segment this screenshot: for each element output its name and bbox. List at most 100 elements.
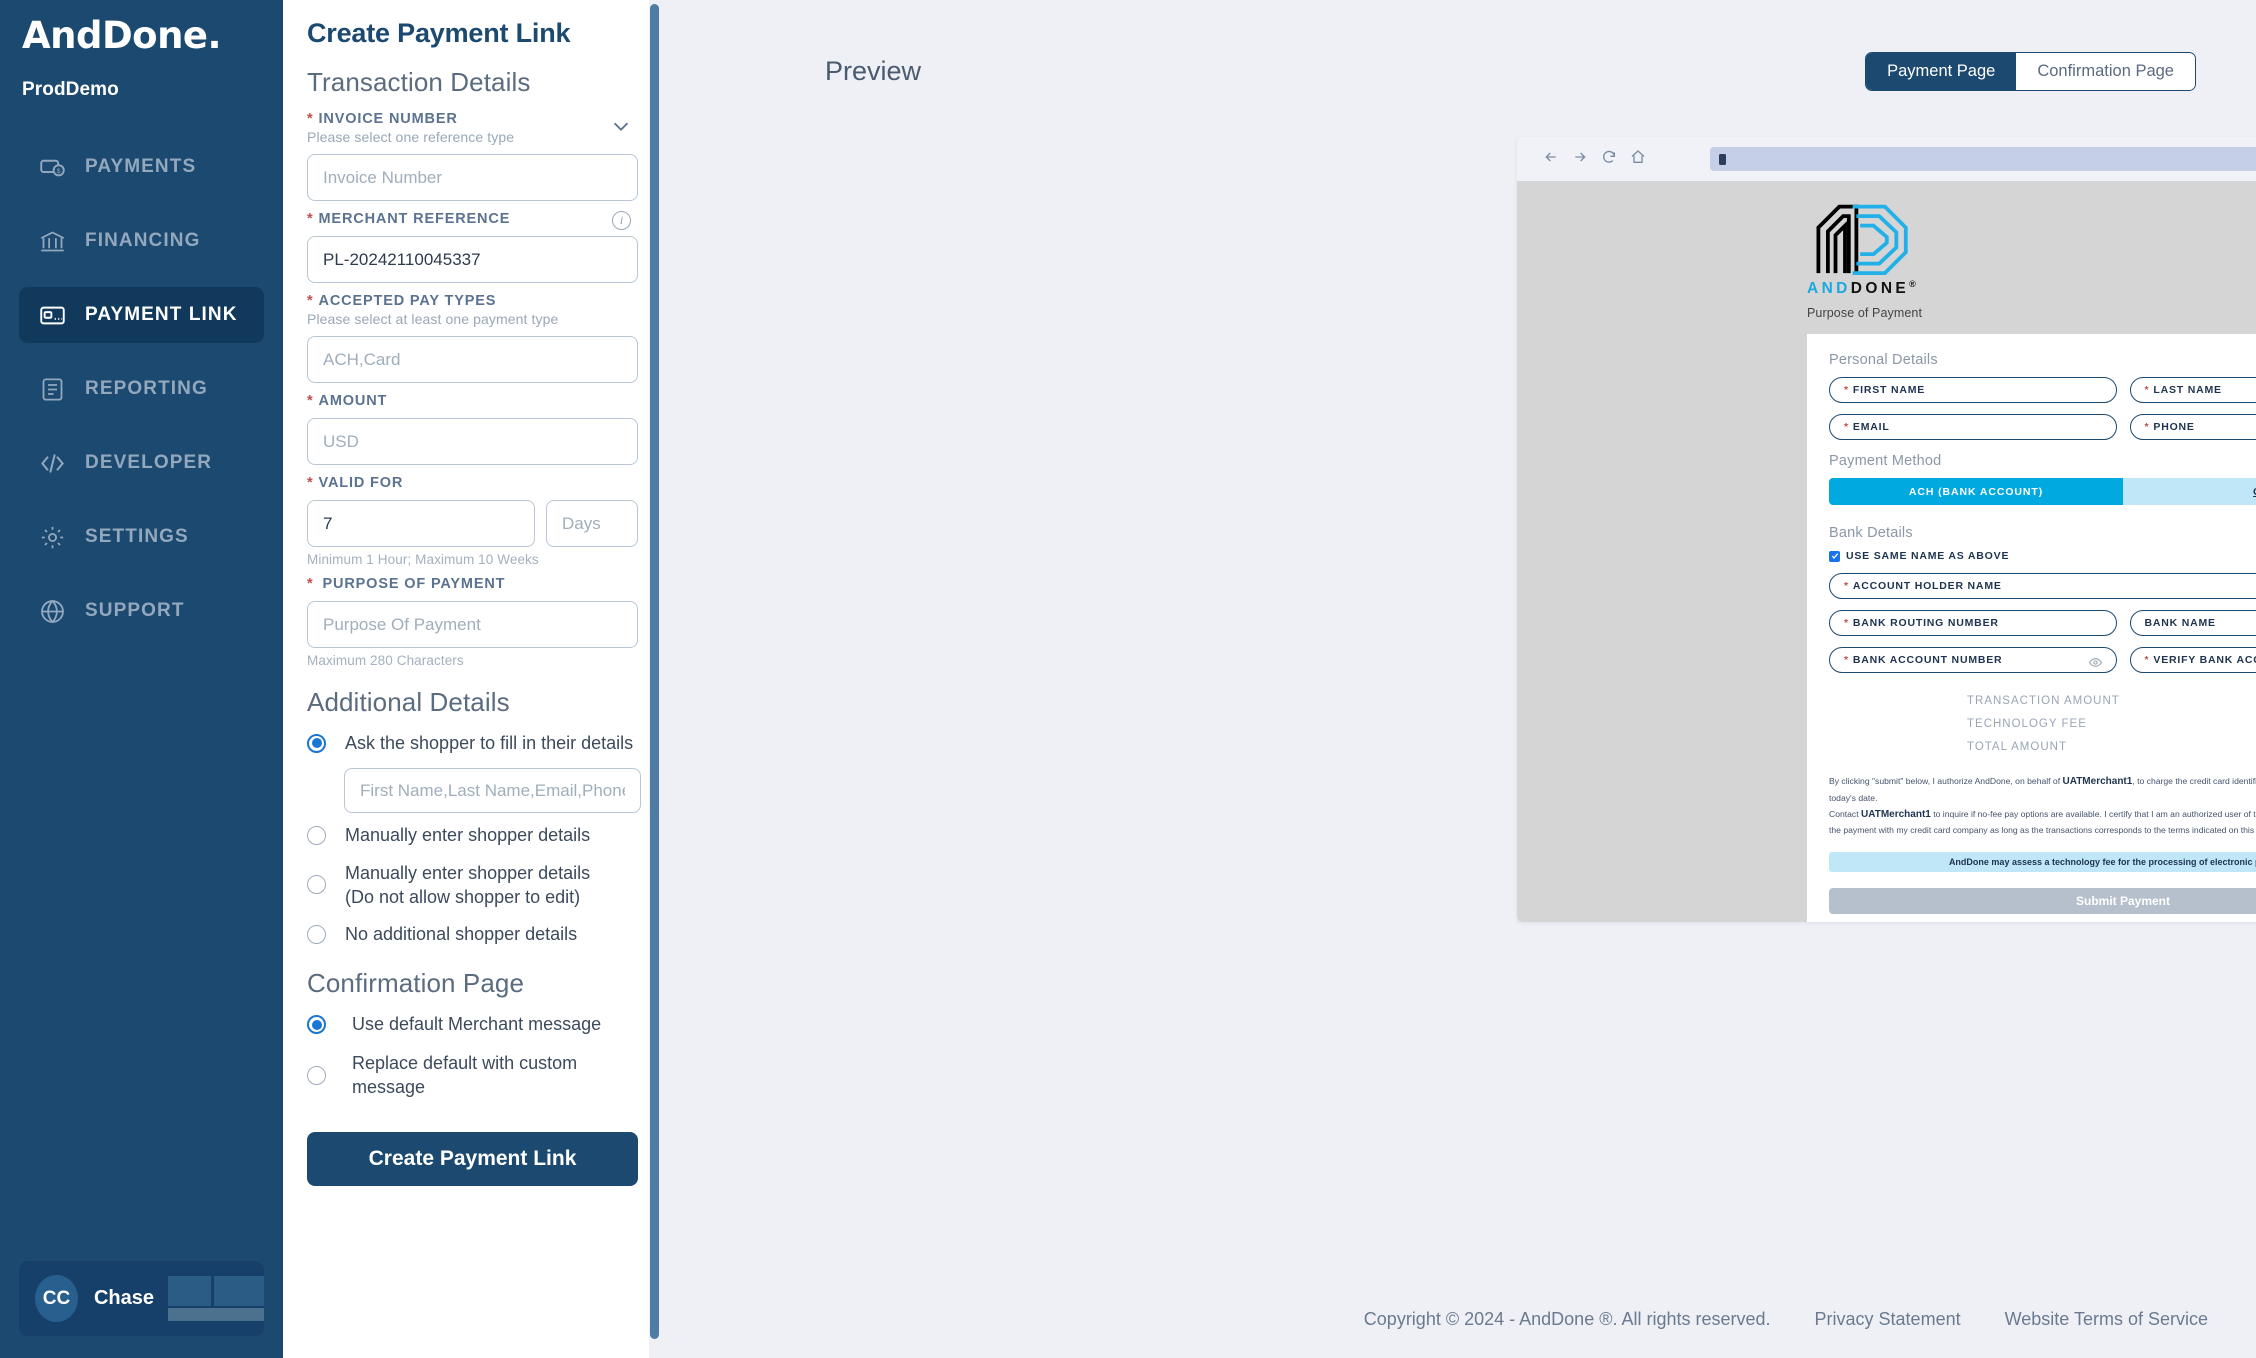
valid-for-unit-input[interactable] <box>546 500 638 547</box>
radio-custom-message[interactable]: Replace default with custom message <box>307 1051 636 1100</box>
radio-no-additional[interactable]: No additional shopper details <box>307 922 636 946</box>
valid-for-value-input[interactable] <box>307 500 535 547</box>
label-text: MERCHANT REFERENCE <box>318 211 511 227</box>
radio-indicator[interactable] <box>307 825 326 845</box>
avatar: CC <box>35 1275 78 1322</box>
bank-account-number-field[interactable]: * BANK ACCOUNT NUMBER <box>1829 647 2117 674</box>
page-footer-terms-link[interactable]: Website Terms of Service <box>2005 1309 2208 1330</box>
submit-payment-button[interactable]: Submit Payment <box>1829 888 2256 915</box>
sidebar-item-payment-link[interactable]: PAYMENT LINK <box>19 287 264 343</box>
radio-default-message[interactable]: Use default Merchant message <box>307 1012 636 1036</box>
merchant-reference-input[interactable] <box>307 236 638 283</box>
payment-page-header: ANDDONE® Purpose of Payment Invoice Numb… <box>1517 181 2256 320</box>
radio-label: Use default Merchant message <box>352 1014 602 1035</box>
sidebar-item-label: PAYMENT LINK <box>85 304 238 325</box>
label-text: PURPOSE OF PAYMENT <box>322 576 506 592</box>
sidebar-item-label: FINANCING <box>85 230 201 251</box>
reload-icon[interactable] <box>1601 149 1617 170</box>
preview-label: Preview <box>825 56 922 86</box>
radio-indicator[interactable] <box>307 1065 326 1085</box>
account-holder-name-field[interactable]: * ACCOUNT HOLDER NAME <box>1829 573 2256 600</box>
anddone-wordmark: ANDDONE® <box>1807 279 1919 298</box>
sidebar-item-settings[interactable]: SETTINGS <box>19 509 264 565</box>
purpose-of-payment-input[interactable] <box>307 601 638 648</box>
sidebar-item-support[interactable]: SUPPORT <box>19 583 264 639</box>
radio-indicator[interactable] <box>307 875 326 895</box>
forward-icon[interactable] <box>1572 149 1588 170</box>
field-label: ACCOUNT HOLDER NAME <box>1852 580 2002 593</box>
use-same-name-row[interactable]: USE SAME NAME AS ABOVE <box>1829 550 2256 562</box>
amount-input[interactable] <box>307 418 638 465</box>
sidebar: AndDone. ProdDemo $ PAYMENTS FINANCING P… <box>0 0 283 1358</box>
info-icon[interactable]: i <box>612 211 631 230</box>
sidebar-item-payments[interactable]: $ PAYMENTS <box>19 139 264 195</box>
wordmark-and: AND <box>1807 280 1851 298</box>
payment-method-card[interactable]: CARD <box>2123 478 2256 506</box>
page-footer-privacy-link[interactable]: Privacy Statement <box>1815 1309 1961 1330</box>
browser-mockup: ANDDONE® Purpose of Payment Invoice Numb… <box>1517 137 2256 922</box>
total-label: TRANSACTION AMOUNT <box>1967 695 2120 708</box>
tab-confirmation-page[interactable]: Confirmation Page <box>2016 53 2195 90</box>
bank-details-label: Bank Details <box>1829 525 1913 542</box>
lock-icon <box>1719 153 1726 165</box>
payment-method-ach[interactable]: ACH (BANK ACCOUNT) <box>1829 478 2123 506</box>
url-bar[interactable] <box>1710 147 2256 171</box>
email-field[interactable]: * EMAIL <box>1829 414 2117 441</box>
sidebar-item-reporting[interactable]: REPORTING <box>19 361 264 417</box>
field-valid-for: * VALID FOR Minimum 1 Hour; Maximum 10 W… <box>307 475 638 567</box>
authorization-disclaimer: By clicking "submit" below, I authorize … <box>1829 773 2256 838</box>
field-label: BANK ROUTING NUMBER <box>1852 617 1999 630</box>
user-card[interactable]: CC Chase <box>19 1261 264 1336</box>
browser-nav-icons <box>1543 149 1646 170</box>
home-icon[interactable] <box>1630 149 1646 170</box>
radio-indicator[interactable] <box>307 924 326 944</box>
phone-field[interactable]: * PHONE <box>2129 414 2256 441</box>
field-label: VERIFY BANK ACCOUNT NUMBER <box>2153 654 2256 667</box>
anddone-logo-mark <box>1816 204 1908 276</box>
invoice-number-label: * INVOICE NUMBER <box>307 111 636 127</box>
total-row: TRANSACTION AMOUNT $500.00 <box>1967 695 2256 709</box>
preview-area: Preview Payment Page Confirmation Page A… <box>660 0 2256 1358</box>
radio-ask-shopper[interactable]: Ask the shopper to fill in their details <box>307 731 636 755</box>
invoice-number-hint: Please select one reference type <box>307 129 515 145</box>
radio-indicator[interactable] <box>307 733 326 753</box>
total-row: TOTAL AMOUNT $505.66 <box>1967 741 2256 755</box>
chevron-down-icon[interactable] <box>610 115 632 137</box>
radio-manual-entry-no-edit[interactable]: Manually enter shopper details (Do not al… <box>307 861 636 910</box>
payment-page-preview: ANDDONE® Purpose of Payment Invoice Numb… <box>1517 181 2256 922</box>
tab-payment-page[interactable]: Payment Page <box>1866 53 2017 90</box>
registered-mark: ® <box>1909 279 1920 289</box>
required-asterisk: * <box>307 111 314 127</box>
field-amount: * AMOUNT <box>307 393 638 465</box>
eye-icon[interactable] <box>2088 656 2102 667</box>
merchant-name: UATMerchant1 <box>1861 808 1931 820</box>
amount-label: * AMOUNT <box>307 393 636 409</box>
bank-routing-number-field[interactable]: * BANK ROUTING NUMBER <box>1829 610 2117 637</box>
checkbox-icon[interactable] <box>1829 550 1840 562</box>
disclaimer-text: Contact <box>1829 808 1862 819</box>
page-title: Create Payment Link <box>307 18 571 48</box>
sidebar-item-developer[interactable]: DEVELOPER <box>19 435 264 491</box>
form-scrollbar-track[interactable] <box>649 0 660 1358</box>
invoice-number-input[interactable] <box>307 154 638 201</box>
create-payment-link-button[interactable]: Create Payment Link <box>307 1132 638 1187</box>
technology-fee-notice: AndDone may assess a technology fee for … <box>1829 852 2256 873</box>
verify-bank-account-number-field[interactable]: *VERIFY BANK ACCOUNT NUMBER <box>2129 647 2256 674</box>
radio-label: Replace default with custom message <box>352 1052 578 1098</box>
back-icon[interactable] <box>1543 149 1559 170</box>
routing-bank-row: * BANK ROUTING NUMBER BANK NAME <box>1829 610 2256 637</box>
bank-name-field[interactable]: BANK NAME <box>2129 610 2256 637</box>
first-name-field[interactable]: * FIRST NAME <box>1829 377 2117 404</box>
personal-details-label: Personal Details <box>1829 352 1938 369</box>
accepted-pay-types-input[interactable] <box>307 336 638 383</box>
shopper-fields-input[interactable] <box>344 768 641 814</box>
radio-manual-entry[interactable]: Manually enter shopper details <box>307 823 636 847</box>
radio-indicator[interactable] <box>307 1015 326 1035</box>
field-label: BANK ACCOUNT NUMBER <box>1852 654 2003 667</box>
label-text: VALID FOR <box>318 475 404 491</box>
total-label: TOTAL AMOUNT <box>1967 741 2067 754</box>
accepted-pay-types-hint: Please select at least one payment type <box>307 311 559 327</box>
last-name-field[interactable]: * LAST NAME <box>2129 377 2256 404</box>
sidebar-item-financing[interactable]: FINANCING <box>19 213 264 269</box>
form-scrollbar-thumb[interactable] <box>650 4 659 1339</box>
